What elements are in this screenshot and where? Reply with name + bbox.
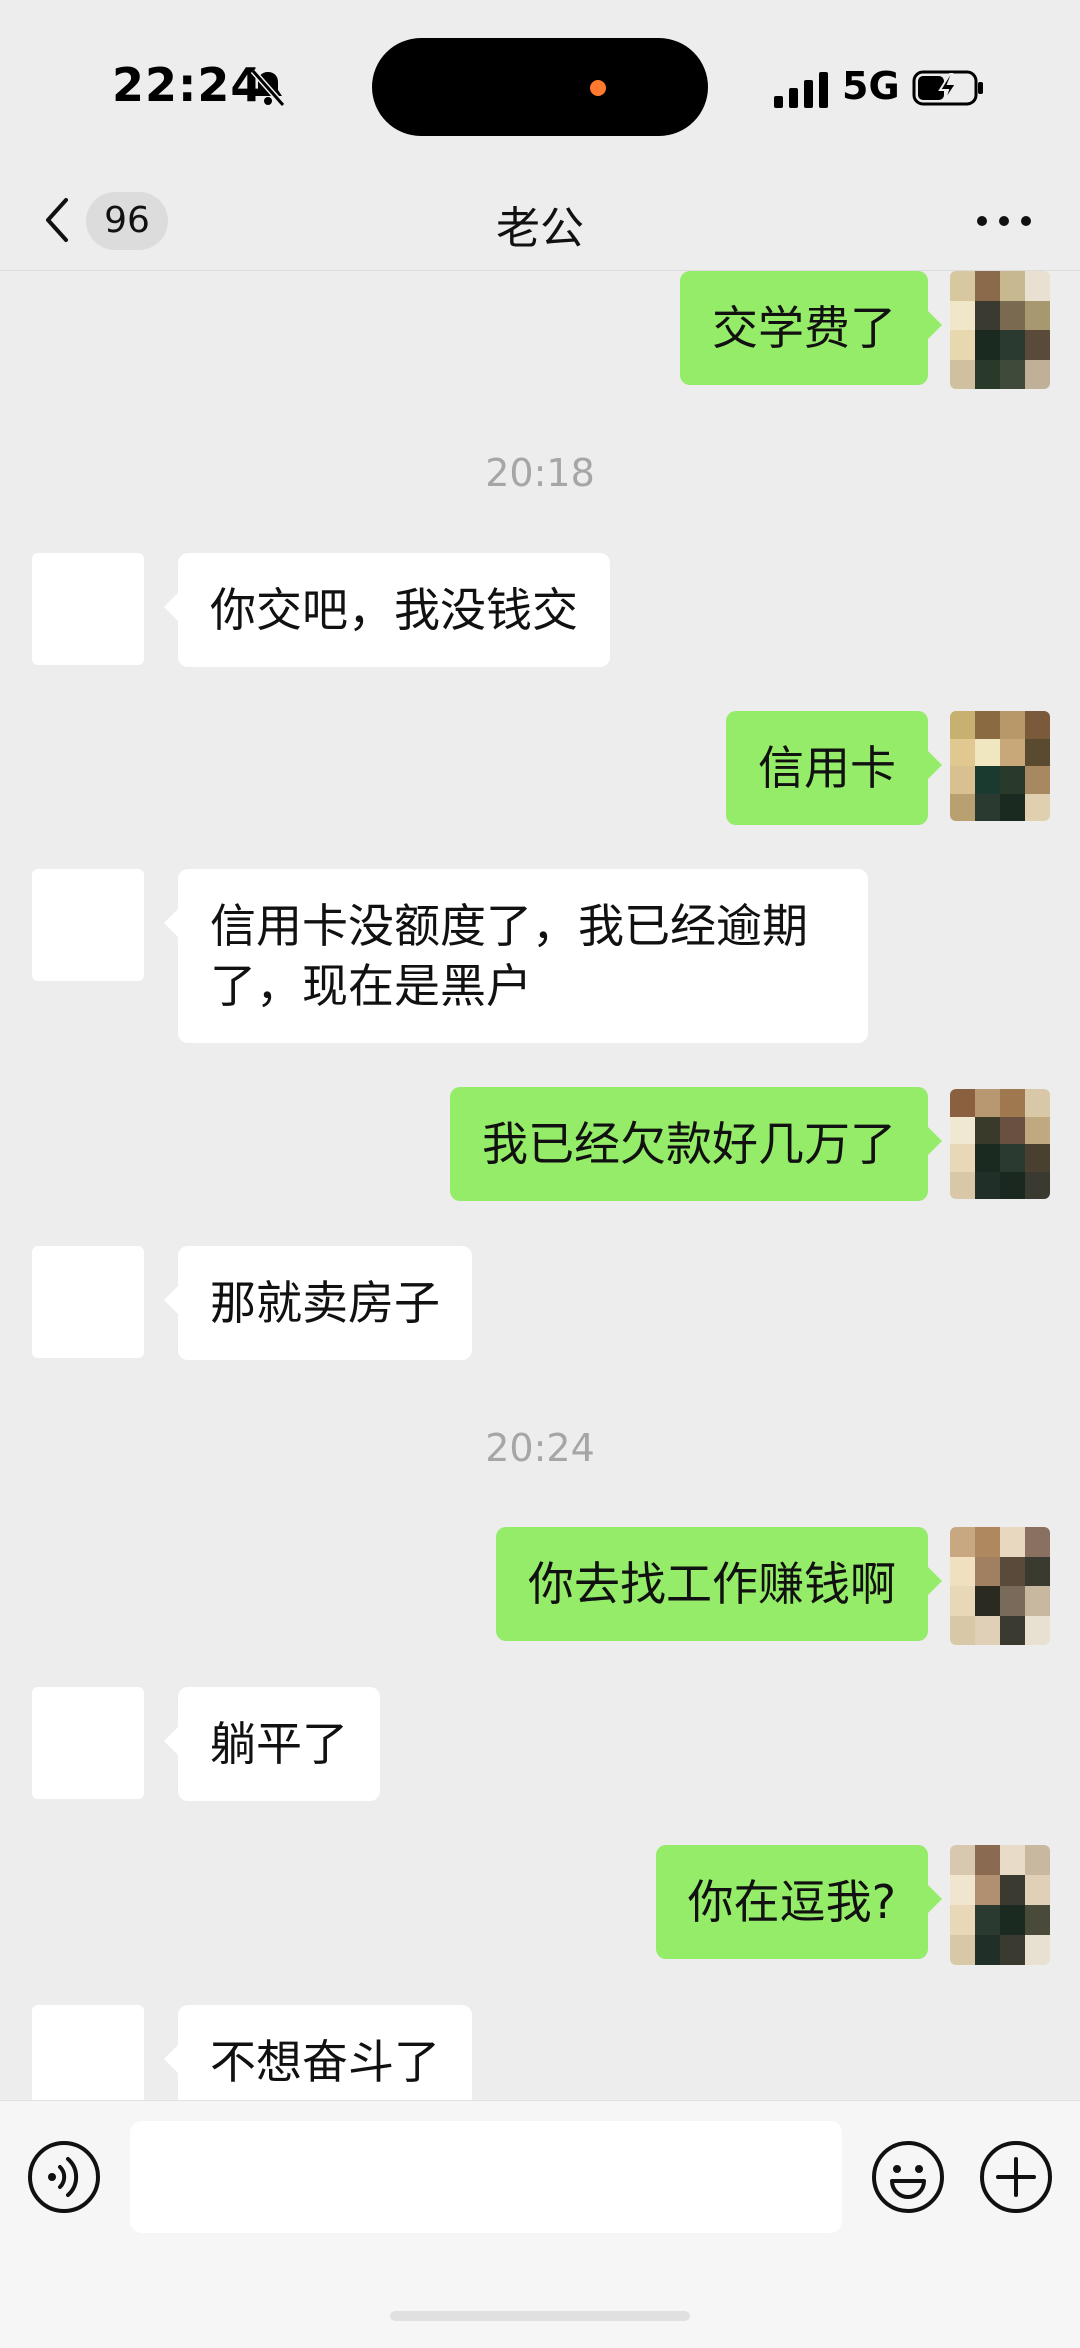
signal-icon [774, 72, 828, 108]
message-bubble-self[interactable]: 你在逗我? [655, 1845, 943, 1959]
message-row: 那就卖房子 [0, 1246, 1080, 1361]
message-row: 你交吧，我没钱交 [0, 553, 1080, 668]
self-avatar[interactable] [950, 1527, 1050, 1645]
message-row: 我已经欠款好几万了 [0, 1087, 1080, 1202]
message-row: 躺平了 [0, 1687, 1080, 1802]
self-avatar[interactable] [950, 711, 1050, 821]
message-input[interactable] [130, 2121, 842, 2233]
battery-charging-icon [912, 70, 983, 106]
self-avatar[interactable] [950, 271, 1050, 389]
plus-icon[interactable] [978, 2139, 1054, 2215]
message-bubble-other[interactable]: 信用卡没额度了，我已经逾期 了，现在是黑户 [164, 869, 868, 1043]
camera-indicator-dot [590, 80, 606, 96]
contact-avatar[interactable] [32, 2005, 144, 2101]
input-bar [0, 2100, 1080, 2348]
status-bar: 22:24 5G [0, 0, 1080, 170]
message-bubble-other[interactable]: 不想奋斗了 [164, 2005, 472, 2101]
message-row: 你去找工作赚钱啊 [0, 1527, 1080, 1645]
message-bubble-other[interactable]: 你交吧，我没钱交 [164, 553, 610, 667]
contact-avatar[interactable] [32, 553, 144, 665]
message-bubble-other[interactable]: 那就卖房子 [164, 1246, 472, 1360]
message-row: 信用卡 [0, 711, 1080, 826]
message-row: 信用卡没额度了，我已经逾期 了，现在是黑户 [0, 869, 1080, 1044]
contact-avatar[interactable] [32, 1246, 144, 1358]
self-avatar[interactable] [950, 1845, 1050, 1965]
message-bubble-other[interactable]: 躺平了 [164, 1687, 380, 1801]
bell-off-icon [250, 69, 286, 107]
message-list[interactable]: 交学费了 20:18 你交吧，我没钱交 信用卡 信用卡没额度了，我已经逾期 了，… [0, 271, 1080, 2101]
dynamic-island [372, 38, 708, 136]
chat-title: 老公 [496, 203, 584, 254]
message-row: 你在逗我? [0, 1845, 1080, 1965]
emoji-icon[interactable] [870, 2139, 946, 2215]
nav-bar: 96 老公 [0, 170, 1080, 271]
network-label: 5G [842, 64, 900, 108]
contact-avatar[interactable] [32, 1687, 144, 1799]
message-bubble-self[interactable]: 我已经欠款好几万了 [450, 1087, 942, 1201]
self-avatar[interactable] [950, 1089, 1050, 1199]
message-row: 不想奋斗了 [0, 2005, 1080, 2101]
message-bubble-self[interactable]: 你去找工作赚钱啊 [496, 1527, 942, 1641]
voice-icon[interactable] [26, 2139, 102, 2215]
timestamp: 20:24 [485, 1426, 595, 1470]
home-indicator[interactable] [390, 2311, 690, 2321]
status-time: 22:24 [112, 58, 264, 112]
timestamp: 20:18 [485, 451, 595, 495]
message-line: 了，现在是黑户 [210, 959, 532, 1013]
message-bubble-self[interactable]: 交学费了 [680, 271, 942, 385]
message-bubble-self[interactable]: 信用卡 [726, 711, 942, 825]
message-row: 交学费了 [0, 271, 1080, 389]
message-line: 信用卡没额度了，我已经逾期 [210, 899, 808, 953]
more-icon[interactable] [974, 196, 1034, 246]
chat-screen: 22:24 5G 96 老公 交学费了 20:18 你交吧，我没钱交 信用卡 信… [0, 0, 1080, 2348]
contact-avatar[interactable] [32, 869, 144, 981]
